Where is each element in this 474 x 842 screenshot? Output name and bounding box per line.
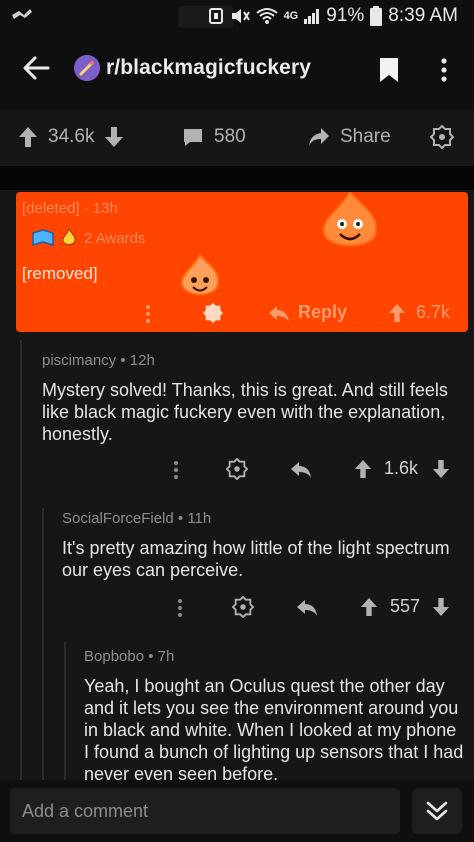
comment-author[interactable]: [deleted] (22, 200, 80, 217)
comment-actions: 557 (0, 596, 474, 620)
comment-actions: 1.6k (0, 458, 474, 482)
book-award-icon (32, 229, 54, 247)
magic-wand-icon (74, 55, 100, 81)
comment-author[interactable]: Bopbobo (84, 648, 144, 665)
reply-icon[interactable] (296, 599, 318, 617)
comment-meta: [deleted] · 13h (22, 200, 118, 217)
top-app-bar: r/blackmagicfuckery (0, 32, 474, 104)
meta-separator: · (83, 200, 93, 217)
more-options-icon[interactable] (144, 304, 152, 324)
comment-age: 11h (187, 510, 212, 527)
comment[interactable]: Bopbobo • 7h Yeah, I bought an Oculus qu… (84, 648, 466, 780)
comment-composer (0, 780, 474, 842)
downvote-arrow-icon[interactable] (432, 597, 450, 617)
clock: 8:39 AM (388, 5, 458, 26)
downvote-arrow-icon[interactable] (432, 459, 450, 479)
network-label: 4G (283, 10, 299, 22)
comment-feed[interactable]: [deleted] · 13h 2 Awards [removed] Reply… (0, 190, 474, 780)
highlighted-comment[interactable]: [deleted] · 13h 2 Awards [removed] Reply… (16, 192, 468, 332)
comment-age: 7h (157, 648, 175, 665)
signal-icon (304, 9, 320, 24)
downvote-arrow-icon[interactable] (104, 126, 124, 148)
comment-bubble-icon (184, 129, 202, 146)
bookmark-icon[interactable] (376, 56, 402, 84)
thread-line[interactable] (42, 508, 44, 780)
comments-count-button[interactable]: 580 (182, 126, 246, 148)
comment-meta: piscimancy • 12h (42, 352, 452, 369)
flame-mascot-small-icon (180, 253, 220, 296)
awards-count: 2 Awards (84, 229, 146, 247)
comment-score: 557 (390, 596, 421, 616)
battery-percent: 91% (326, 5, 365, 26)
comment-meta: Bopbobo • 7h (84, 648, 466, 665)
comment[interactable]: piscimancy • 12h Mystery solved! Thanks,… (42, 352, 452, 445)
share-button[interactable]: Share (308, 126, 391, 148)
subreddit-title[interactable]: r/blackmagicfuckery (106, 56, 311, 80)
award-icon[interactable] (202, 302, 224, 324)
wifi-icon (255, 8, 278, 24)
more-options-icon[interactable] (172, 460, 180, 480)
thread-line[interactable] (20, 340, 22, 780)
meta-separator: • (120, 352, 130, 369)
status-bar: 4G 91% 8:39 AM (0, 0, 474, 32)
reply-icon[interactable] (290, 461, 312, 479)
subreddit-avatar[interactable] (74, 55, 100, 81)
next-comment-button[interactable] (412, 788, 462, 834)
comment[interactable]: SocialForceField • 11h It's pretty amazi… (62, 510, 458, 581)
comment-body: It's pretty amazing how little of the li… (62, 538, 450, 580)
share-label: Share (340, 126, 391, 147)
post-comment-count: 580 (214, 126, 246, 147)
comment-meta: SocialForceField • 11h (62, 510, 458, 527)
post-upvote-count: 34.6k (48, 126, 95, 147)
flame-mascot-icon (322, 192, 378, 247)
comment-body: [removed] (22, 264, 98, 283)
comment-age: 12h (129, 352, 155, 369)
awards-row[interactable]: 2 Awards (32, 228, 145, 248)
comment-score: 1.6k (384, 458, 419, 478)
upvote-arrow-icon[interactable] (388, 303, 406, 323)
fire-award-icon (62, 228, 76, 246)
comment-author[interactable]: SocialForceField (62, 510, 174, 527)
mute-icon (231, 9, 250, 23)
thread-line[interactable] (64, 642, 66, 780)
notification-icon (12, 9, 32, 19)
upvote-arrow-icon[interactable] (18, 126, 38, 148)
add-comment-input[interactable] (10, 788, 400, 834)
comment-author[interactable]: piscimancy (42, 352, 116, 369)
section-divider (0, 166, 474, 190)
award-icon[interactable] (232, 596, 254, 618)
post-action-bar: 34.6k 580 Share (0, 110, 474, 166)
comment-body: Yeah, I bought an Oculus quest the other… (84, 676, 464, 780)
back-arrow-icon[interactable] (20, 52, 52, 84)
upvote-arrow-icon[interactable] (360, 597, 378, 617)
more-options-icon[interactable] (176, 598, 184, 618)
vote-group: 34.6k (18, 126, 124, 148)
comment-score: 6.7k (416, 302, 451, 322)
double-chevron-down-icon (426, 801, 448, 821)
share-arrow-icon (309, 128, 329, 146)
comment-body: Mystery solved! Thanks, this is great. A… (42, 380, 448, 444)
comment-actions: Reply 6.7k (16, 302, 468, 326)
upvote-arrow-icon[interactable] (354, 459, 372, 479)
comment-age: 13h (92, 200, 118, 217)
nfc-icon (208, 8, 223, 24)
award-icon[interactable] (430, 124, 454, 150)
battery-icon (370, 6, 383, 26)
meta-separator: • (148, 648, 158, 665)
reply-icon[interactable] (268, 305, 290, 323)
award-icon[interactable] (226, 458, 248, 480)
overflow-menu-icon[interactable] (432, 56, 456, 84)
reply-label[interactable]: Reply (298, 302, 347, 323)
meta-separator: • (177, 510, 188, 527)
